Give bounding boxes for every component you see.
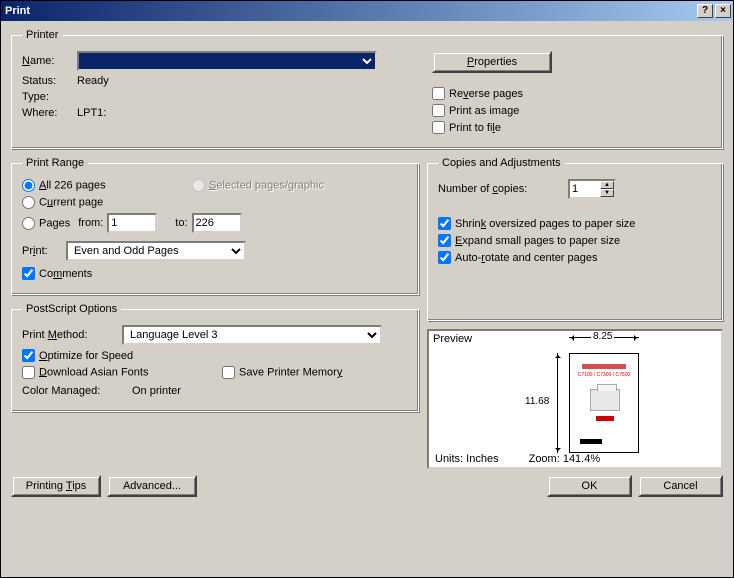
reverse-pages-label: Reverse pages bbox=[449, 88, 523, 100]
num-copies-input[interactable] bbox=[570, 181, 600, 197]
copies-legend: Copies and Adjustments bbox=[438, 157, 565, 169]
autorotate-checkbox[interactable] bbox=[438, 251, 451, 264]
num-copies-label: Number of copies: bbox=[438, 183, 568, 195]
print-dialog: Print ? × Printer Name: Status: Ready bbox=[0, 0, 734, 578]
preview-panel: Preview 8.25 11.68 C7100 / C7300 / C7500 bbox=[427, 329, 723, 469]
print-range-group: Print Range All 226 pages Selected pages… bbox=[11, 157, 419, 295]
selected-pages-radio bbox=[192, 179, 205, 192]
units-label: Units: Inches bbox=[435, 453, 499, 465]
cancel-button[interactable]: Cancel bbox=[638, 475, 723, 497]
all-pages-label: All 226 pages bbox=[39, 179, 106, 191]
preview-width: 8.25 bbox=[591, 331, 614, 342]
pages-radio[interactable] bbox=[22, 217, 35, 230]
print-as-image-label: Print as image bbox=[449, 105, 519, 117]
selected-pages-label: Selected pages/graphic bbox=[209, 179, 324, 191]
from-label: from: bbox=[78, 217, 103, 229]
where-value: LPT1: bbox=[77, 107, 106, 119]
name-label: Name: bbox=[22, 55, 77, 67]
comments-label: Comments bbox=[39, 268, 92, 280]
spinner-down-icon[interactable]: ▼ bbox=[600, 189, 614, 197]
expand-checkbox[interactable] bbox=[438, 234, 451, 247]
printer-name-select[interactable] bbox=[77, 51, 377, 71]
print-method-select[interactable]: Language Level 3 bbox=[122, 325, 382, 345]
current-page-radio[interactable] bbox=[22, 196, 35, 209]
expand-label: Expand small pages to paper size bbox=[455, 235, 620, 247]
color-managed-label: Color Managed: bbox=[22, 385, 132, 397]
status-value: Ready bbox=[77, 75, 109, 87]
help-button[interactable]: ? bbox=[697, 4, 713, 18]
where-label: Where: bbox=[22, 107, 77, 119]
properties-button[interactable]: Properties bbox=[432, 51, 552, 73]
print-range-legend: Print Range bbox=[22, 157, 88, 169]
optimize-speed-label: Optimize for Speed bbox=[39, 350, 133, 362]
to-input[interactable] bbox=[192, 213, 242, 233]
reverse-pages-checkbox[interactable] bbox=[432, 87, 445, 100]
to-label: to: bbox=[175, 217, 187, 229]
status-label: Status: bbox=[22, 75, 77, 87]
spinner-up-icon[interactable]: ▲ bbox=[600, 181, 614, 189]
print-mode-select[interactable]: Even and Odd Pages bbox=[66, 241, 246, 261]
shrink-label: Shrink oversized pages to paper size bbox=[455, 218, 635, 230]
close-button[interactable]: × bbox=[715, 4, 731, 18]
postscript-group: PostScript Options Print Method: Languag… bbox=[11, 303, 419, 412]
shrink-checkbox[interactable] bbox=[438, 217, 451, 230]
current-page-label: Current page bbox=[39, 196, 103, 208]
download-asian-checkbox[interactable] bbox=[22, 366, 35, 379]
printer-icon bbox=[590, 389, 620, 411]
window-title: Print bbox=[5, 5, 695, 17]
print-mode-label: Print: bbox=[22, 245, 66, 257]
page-thumbnail: C7100 / C7300 / C7500 bbox=[569, 353, 639, 453]
copies-group: Copies and Adjustments Number of copies:… bbox=[427, 157, 723, 321]
printer-legend: Printer bbox=[22, 29, 62, 41]
all-pages-radio[interactable] bbox=[22, 179, 35, 192]
advanced-button[interactable]: Advanced... bbox=[107, 475, 197, 497]
print-as-image-checkbox[interactable] bbox=[432, 104, 445, 117]
optimize-speed-checkbox[interactable] bbox=[22, 349, 35, 362]
height-arrow-icon bbox=[557, 353, 558, 453]
save-memory-checkbox[interactable] bbox=[222, 366, 235, 379]
preview-height: 11.68 bbox=[525, 396, 549, 407]
color-managed-value: On printer bbox=[132, 385, 181, 397]
titlebar: Print ? × bbox=[1, 1, 733, 21]
save-memory-label: Save Printer Memory bbox=[239, 366, 342, 378]
type-label: Type: bbox=[22, 91, 77, 103]
comments-checkbox[interactable] bbox=[22, 267, 35, 280]
num-copies-spinner[interactable]: ▲ ▼ bbox=[568, 179, 616, 199]
zoom-label: Zoom: 141.4% bbox=[529, 453, 601, 465]
from-input[interactable] bbox=[107, 213, 157, 233]
pages-label: Pages bbox=[39, 217, 70, 229]
autorotate-label: Auto-rotate and center pages bbox=[455, 252, 598, 264]
printer-group: Printer Name: Status: Ready Type: bbox=[11, 29, 723, 149]
download-asian-label: Download Asian Fonts bbox=[39, 366, 148, 378]
postscript-legend: PostScript Options bbox=[22, 303, 121, 315]
ok-button[interactable]: OK bbox=[547, 475, 632, 497]
printing-tips-button[interactable]: Printing Tips bbox=[11, 475, 101, 497]
print-to-file-label: Print to file bbox=[449, 122, 501, 134]
print-to-file-checkbox[interactable] bbox=[432, 121, 445, 134]
preview-label: Preview bbox=[433, 333, 472, 345]
print-method-label: Print Method: bbox=[22, 329, 122, 341]
